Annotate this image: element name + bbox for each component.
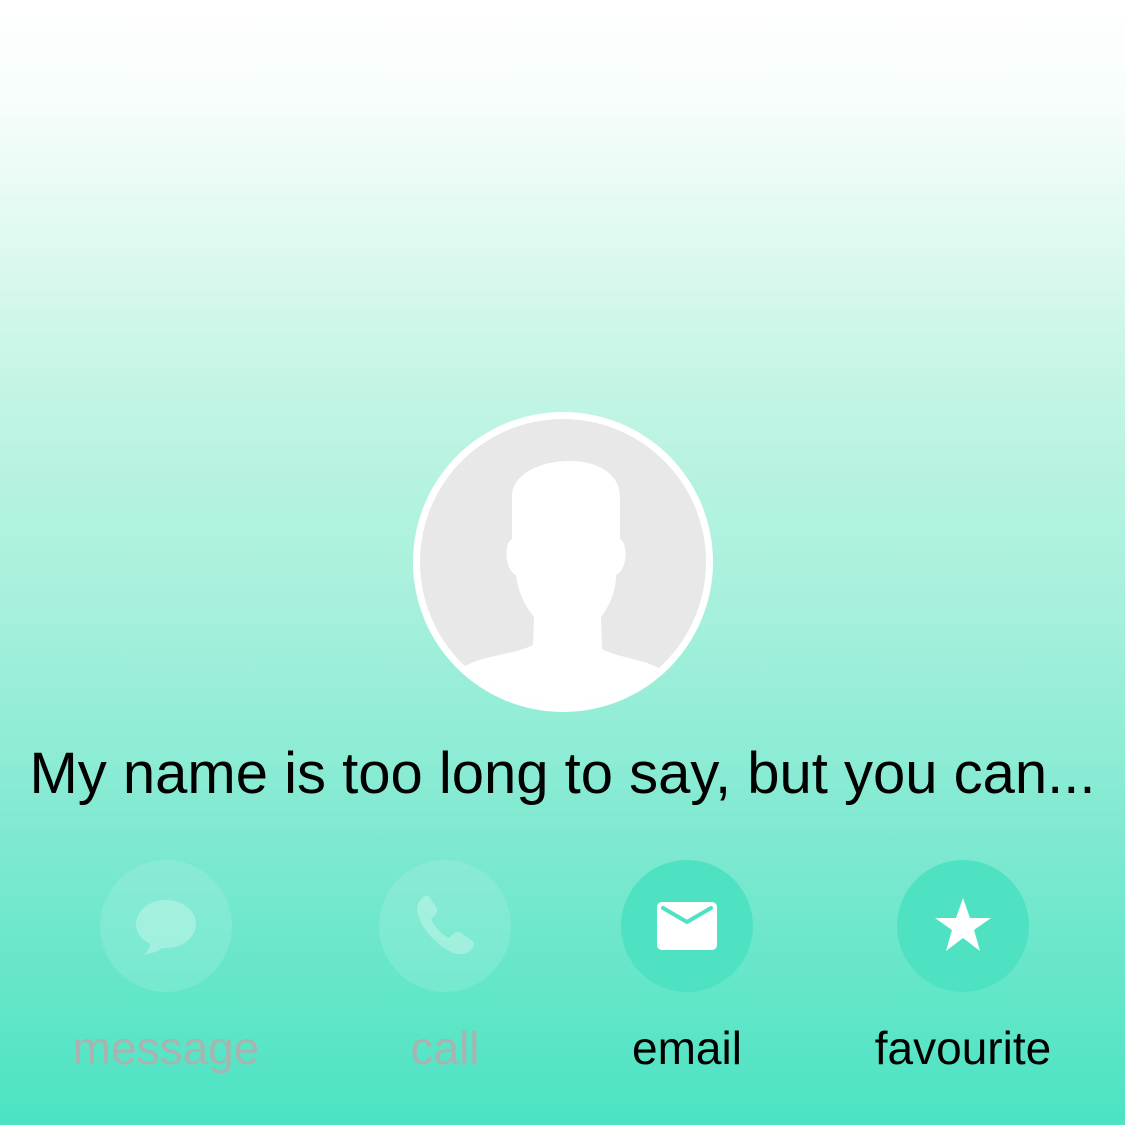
- favourite-action[interactable]: favourite: [853, 860, 1073, 1078]
- email-button[interactable]: [621, 860, 753, 992]
- call-action[interactable]: call: [335, 860, 555, 1078]
- star-icon: [935, 898, 991, 951]
- call-label: call: [410, 1022, 480, 1074]
- call-button[interactable]: [379, 860, 511, 992]
- favourite-button[interactable]: [897, 860, 1029, 992]
- email-label: email: [632, 1022, 742, 1074]
- email-action[interactable]: email: [577, 860, 797, 1078]
- message-label: message: [72, 1022, 260, 1074]
- contact-name: My name is too long to say, but you can.…: [29, 741, 1096, 806]
- favourite-label: favourite: [874, 1022, 1052, 1074]
- message-bubble-icon: [136, 900, 196, 954]
- avatar-placeholder: [420, 419, 706, 705]
- message-button[interactable]: [100, 860, 232, 992]
- message-action[interactable]: message: [56, 860, 276, 1078]
- person-silhouette-icon: [420, 461, 706, 705]
- phone-icon: [417, 895, 474, 955]
- avatar: [413, 412, 713, 712]
- contact-card-screen: My name is too long to say, but you can.…: [0, 0, 1125, 1125]
- envelope-icon: [657, 902, 717, 950]
